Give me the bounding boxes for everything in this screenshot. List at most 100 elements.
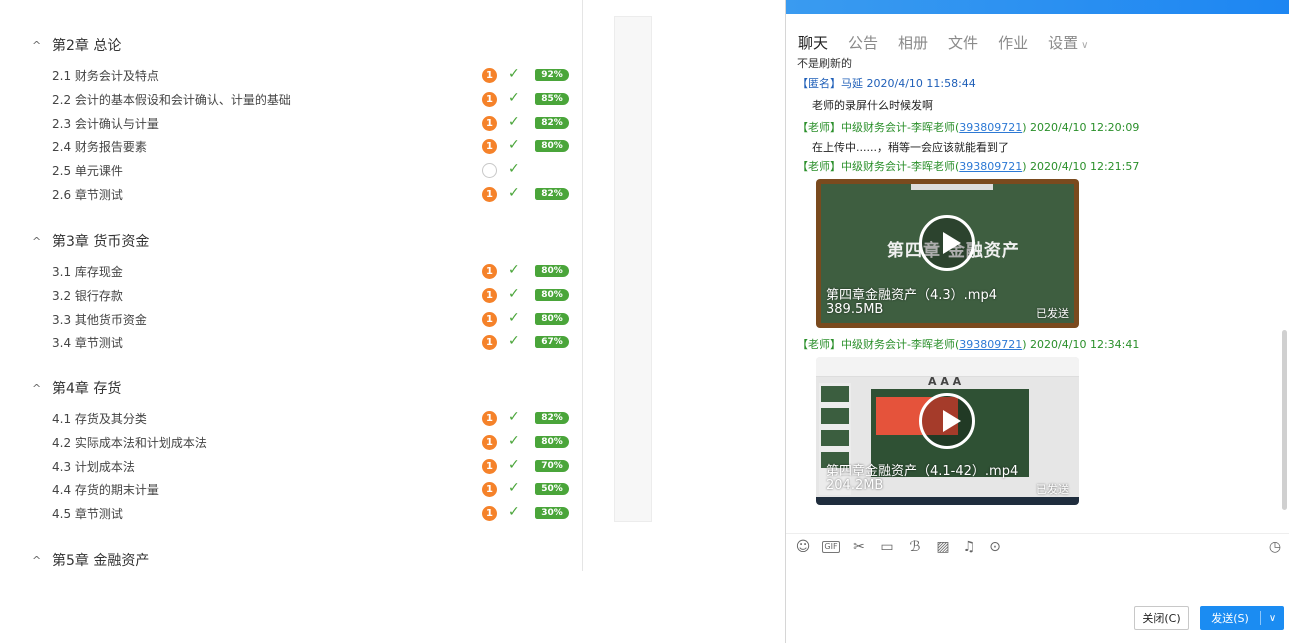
- message-header[interactable]: 【老师】中级财务会计-李晖老师(393809721) 2020/4/10 12:…: [797, 119, 1139, 135]
- chevron-down-icon[interactable]: ∨: [1081, 40, 1088, 51]
- smiley-icon[interactable]: ☺: [794, 538, 812, 556]
- lesson-item[interactable]: 3.4 章节测试 1 ✓ 67%: [52, 331, 572, 354]
- chapter-header[interactable]: ^ 第2章 总论: [32, 34, 121, 56]
- input-toolbar: ☺ GIF ✂ ▭ ℬ ▨ ♫ ⊙ ◷: [786, 533, 1289, 559]
- notification-badge: 1: [482, 115, 497, 131]
- lesson-item[interactable]: 2.1 财务会计及特点 1 ✓ 92%: [52, 64, 572, 87]
- tab-4[interactable]: 作业: [998, 32, 1028, 53]
- sender-id-link[interactable]: 393809721: [959, 160, 1022, 173]
- check-icon: ✓: [508, 409, 520, 425]
- lesson-item[interactable]: 2.6 章节测试 1 ✓ 82%: [52, 183, 572, 206]
- lesson-item[interactable]: 2.5 单元课件 ✓: [52, 159, 572, 182]
- progress-pill: 70%: [535, 459, 569, 472]
- sender-name[interactable]: 【老师】中级财务会计-李晖老师(: [797, 338, 959, 351]
- lesson-item[interactable]: 2.3 会计确认与计量 1 ✓ 82%: [52, 112, 572, 135]
- chat-titlebar[interactable]: [786, 0, 1289, 14]
- message-header[interactable]: 【老师】中级财务会计-李晖老师(393809721) 2020/4/10 12:…: [797, 336, 1139, 352]
- collapse-caret-icon[interactable]: ^: [32, 382, 48, 395]
- video-name: 第四章金融资产（4.1-42）.mp4: [826, 464, 1019, 479]
- tab-1[interactable]: 公告: [848, 32, 878, 53]
- lesson-item[interactable]: 3.2 银行存款 1 ✓ 80%: [52, 284, 572, 307]
- message-header[interactable]: 【匿名】马延 2020/4/10 11:58:44: [797, 75, 976, 91]
- sender-id-link[interactable]: 393809721: [959, 338, 1022, 351]
- video-size: 389.5MB: [826, 302, 884, 317]
- lesson-item[interactable]: 4.1 存货及其分类 1 ✓ 82%: [52, 407, 572, 430]
- check-icon: ✓: [508, 66, 520, 82]
- lesson-item[interactable]: 2.2 会计的基本假设和会计确认、计量的基础 1 ✓ 85%: [52, 88, 572, 111]
- lesson-item[interactable]: 4.5 章节测试 1 ✓ 30%: [52, 502, 572, 525]
- lesson-item[interactable]: 2.4 财务报告要素 1 ✓ 80%: [52, 135, 572, 158]
- progress-pill: 82%: [535, 116, 569, 129]
- play-icon[interactable]: [919, 215, 975, 271]
- send-label[interactable]: 发送(S): [1200, 610, 1260, 626]
- message-time: 2020/4/10 11:58:44: [866, 77, 976, 90]
- message-header[interactable]: 【老师】中级财务会计-李晖老师(393809721) 2020/4/10 12:…: [797, 158, 1139, 174]
- notification-badge: 1: [482, 287, 497, 303]
- lesson-item[interactable]: 4.2 实际成本法和计划成本法 1 ✓ 80%: [52, 431, 572, 454]
- chat-scrollbar[interactable]: [1282, 330, 1287, 510]
- tab-label: 作业: [998, 33, 1029, 52]
- tab-0[interactable]: 聊天: [798, 32, 828, 53]
- notification-badge: 1: [482, 458, 497, 474]
- sender-name[interactable]: 【老师】中级财务会计-李晖老师(: [797, 160, 959, 173]
- chat-history[interactable]: 不是刷新的 【匿名】马延 2020/4/10 11:58:44 老师的录屏什么时候…: [786, 57, 1289, 527]
- image-icon[interactable]: ▨: [934, 538, 952, 556]
- chapter-title: 第3章 货币资金: [52, 234, 150, 250]
- sender-name[interactable]: 【匿名】马延: [797, 77, 863, 90]
- tab-label: 相册: [898, 33, 929, 52]
- notification-badge: 1: [482, 264, 497, 279]
- chapter-header[interactable]: ^ 第4章 存货: [32, 377, 121, 399]
- lesson-item[interactable]: 3.3 其他货币资金 1 ✓ 80%: [52, 308, 572, 331]
- lesson-item[interactable]: 4.4 存货的期末计量 1 ✓ 50%: [52, 478, 572, 501]
- message-time: ) 2020/4/10 12:20:09: [1022, 121, 1140, 134]
- chapter-header[interactable]: ^ 第5章 金融资产: [32, 549, 149, 571]
- check-icon: ✓: [508, 432, 520, 449]
- progress-pill: 85%: [535, 92, 569, 105]
- lesson-item[interactable]: 4.3 计划成本法 1 ✓ 70%: [52, 455, 572, 478]
- lesson-item[interactable]: 3.1 库存现金 1 ✓ 80%: [52, 260, 572, 283]
- chapter-title: 第4章 存货: [52, 381, 122, 397]
- sender-id-link[interactable]: 393809721: [959, 121, 1022, 134]
- tab-label: 公告: [848, 33, 879, 52]
- video-message-2[interactable]: A A A 第四章金融资产（4.1-42）.mp4 204.2MB 已发送: [816, 357, 1079, 505]
- notification-badge: 1: [482, 187, 497, 202]
- progress-pill: 80%: [535, 265, 569, 277]
- collapse-caret-icon[interactable]: ^: [32, 235, 48, 248]
- send-button[interactable]: 发送(S) ∨: [1200, 606, 1284, 630]
- tab-2[interactable]: 相册: [898, 32, 928, 53]
- play-icon[interactable]: [919, 393, 975, 449]
- video-status: 已发送: [1036, 307, 1069, 320]
- tab-label: 聊天: [798, 33, 829, 52]
- message-time: ) 2020/4/10 12:34:41: [1022, 338, 1140, 351]
- tab-3[interactable]: 文件: [948, 32, 978, 53]
- tab-5[interactable]: 设置 ∨: [1048, 32, 1088, 53]
- close-button[interactable]: 关闭(C): [1134, 606, 1189, 630]
- video-status: 已发送: [1036, 483, 1069, 496]
- gif-icon[interactable]: GIF: [822, 541, 840, 553]
- collapse-caret-icon[interactable]: ^: [32, 39, 48, 52]
- video-size: 204.2MB: [826, 478, 884, 493]
- check-icon: ✓: [508, 161, 520, 178]
- progress-pill: 80%: [535, 312, 569, 325]
- check-icon: ✓: [508, 137, 520, 154]
- more-icon[interactable]: ⊙: [986, 538, 1004, 556]
- notification-badge: 1: [482, 411, 497, 426]
- scissors-icon[interactable]: ✂: [850, 538, 868, 556]
- tab-label: 文件: [948, 33, 979, 52]
- chat-tab-bar: 聊天 公告 相册 文件 作业 设置 ∨: [786, 28, 1289, 56]
- check-icon: ✓: [508, 113, 520, 130]
- bell-icon[interactable]: ♫: [960, 538, 978, 556]
- notification-badge: 1: [482, 311, 497, 327]
- sender-name[interactable]: 【老师】中级财务会计-李晖老师(: [797, 121, 959, 134]
- history-icon[interactable]: ◷: [1266, 538, 1284, 556]
- message-time: ) 2020/4/10 12:21:57: [1022, 160, 1140, 173]
- progress-pill: 80%: [535, 140, 569, 153]
- chapter-header[interactable]: ^ 第3章 货币资金: [32, 230, 149, 252]
- side-strip: [614, 16, 652, 522]
- collapse-caret-icon[interactable]: ^: [32, 554, 48, 567]
- send-options-chevron-icon[interactable]: ∨: [1261, 613, 1284, 624]
- video-message-1[interactable]: 第四章 金融资产 第四章金融资产（4.3）.mp4 389.5MB 已发送: [816, 179, 1079, 328]
- progress-pill: 92%: [535, 69, 569, 81]
- folder-icon[interactable]: ▭: [878, 538, 896, 556]
- magic-font-icon[interactable]: ℬ: [906, 538, 924, 556]
